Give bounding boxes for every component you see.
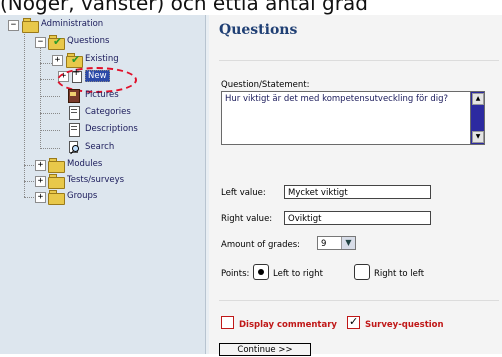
grades-select[interactable]: 9 ▼	[317, 236, 356, 250]
tree-item-descriptions[interactable]: Descriptions	[66, 122, 138, 137]
right-to-left-label: Right to left	[374, 269, 425, 279]
divider	[219, 60, 499, 61]
expand-tests-surveys-button[interactable]: +	[35, 176, 46, 187]
divider	[219, 300, 499, 301]
tree-item-administration[interactable]: Administration	[22, 17, 104, 33]
right-to-left-radio[interactable]	[354, 264, 370, 280]
question-label: Question/Statement:	[221, 80, 310, 90]
tree-line	[40, 46, 41, 149]
tree-item-questions[interactable]: ✔ Questions	[48, 34, 110, 50]
tree-item-label: Pictures	[85, 90, 119, 100]
survey-question-checkbox[interactable]: ✓	[347, 315, 360, 329]
chevron-down-icon: ▼	[341, 237, 355, 249]
tree-item-label: Existing	[85, 54, 119, 64]
tree-item-pictures[interactable]: Pictures	[66, 88, 119, 103]
tree-item-groups[interactable]: Groups	[48, 189, 98, 205]
expand-groups-button[interactable]: +	[35, 192, 46, 203]
tree-line	[40, 113, 60, 114]
survey-question-label: Survey-question	[365, 320, 444, 330]
book-icon	[66, 88, 82, 103]
scroll-up-icon[interactable]: ▲	[472, 93, 484, 105]
tree-item-label: Tests/surveys	[67, 175, 125, 185]
checkmark-icon: ✓	[349, 315, 359, 328]
expand-existing-button[interactable]: +	[52, 55, 63, 66]
tree-item-label: Categories	[85, 107, 131, 117]
folder-icon	[48, 189, 65, 205]
tree-item-categories[interactable]: Categories	[66, 105, 131, 120]
grades-value: 9	[321, 239, 327, 249]
tree-line	[40, 148, 60, 149]
document-icon	[66, 122, 82, 137]
search-icon	[66, 140, 82, 154]
tree-line	[40, 130, 60, 131]
tree-line	[40, 79, 54, 80]
folder-check-icon: ✔	[48, 34, 65, 50]
tree-item-label: Descriptions	[85, 124, 138, 134]
left-value-label: Left value:	[221, 188, 266, 198]
display-commentary-label: Display commentary	[239, 320, 337, 330]
tree-item-modules[interactable]: Modules	[48, 157, 103, 173]
tree-item-existing[interactable]: ✔ Existing	[66, 52, 119, 68]
question-textarea[interactable]: Hur viktigt är det med kompetensutveckli…	[221, 91, 485, 145]
question-text: Hur viktigt är det med kompetensutveckli…	[225, 94, 449, 104]
tree-line	[40, 96, 60, 97]
folder-icon	[48, 157, 65, 173]
tree-item-label: Groups	[67, 191, 98, 201]
tree-item-tests-surveys[interactable]: Tests/surveys	[48, 173, 125, 189]
radio-selected-dot	[258, 269, 264, 275]
continue-button[interactable]: Continue >>	[219, 343, 311, 356]
right-value-input[interactable]: Oviktigt	[284, 211, 431, 225]
scroll-down-icon[interactable]: ▼	[472, 131, 484, 143]
left-to-right-radio[interactable]	[253, 264, 269, 280]
folder-icon	[48, 173, 65, 189]
tree-item-search[interactable]: Search	[66, 140, 114, 154]
right-value-label: Right value:	[221, 214, 273, 224]
tree-item-label: Search	[85, 142, 115, 152]
folder-icon	[22, 17, 39, 33]
left-to-right-label: Left to right	[273, 269, 323, 279]
tree-item-label: Questions	[67, 36, 110, 46]
tree-line	[24, 30, 25, 197]
page-title: Questions	[219, 22, 298, 38]
display-commentary-checkbox[interactable]	[221, 316, 234, 329]
textarea-scrollbar[interactable]: ▲ ▼	[470, 92, 484, 144]
expand-modules-button[interactable]: +	[35, 160, 46, 171]
folder-check-icon: ✔	[66, 52, 83, 68]
collapse-questions-button[interactable]: −	[35, 37, 46, 48]
points-label: Points:	[221, 269, 250, 279]
left-value-input[interactable]: Mycket viktigt	[284, 185, 431, 199]
tree-item-label: Administration	[41, 19, 104, 29]
collapse-administration-button[interactable]: −	[8, 20, 19, 31]
document-icon	[66, 105, 82, 120]
grades-label: Amount of grades:	[221, 240, 301, 250]
tree-item-label: Modules	[67, 159, 103, 169]
